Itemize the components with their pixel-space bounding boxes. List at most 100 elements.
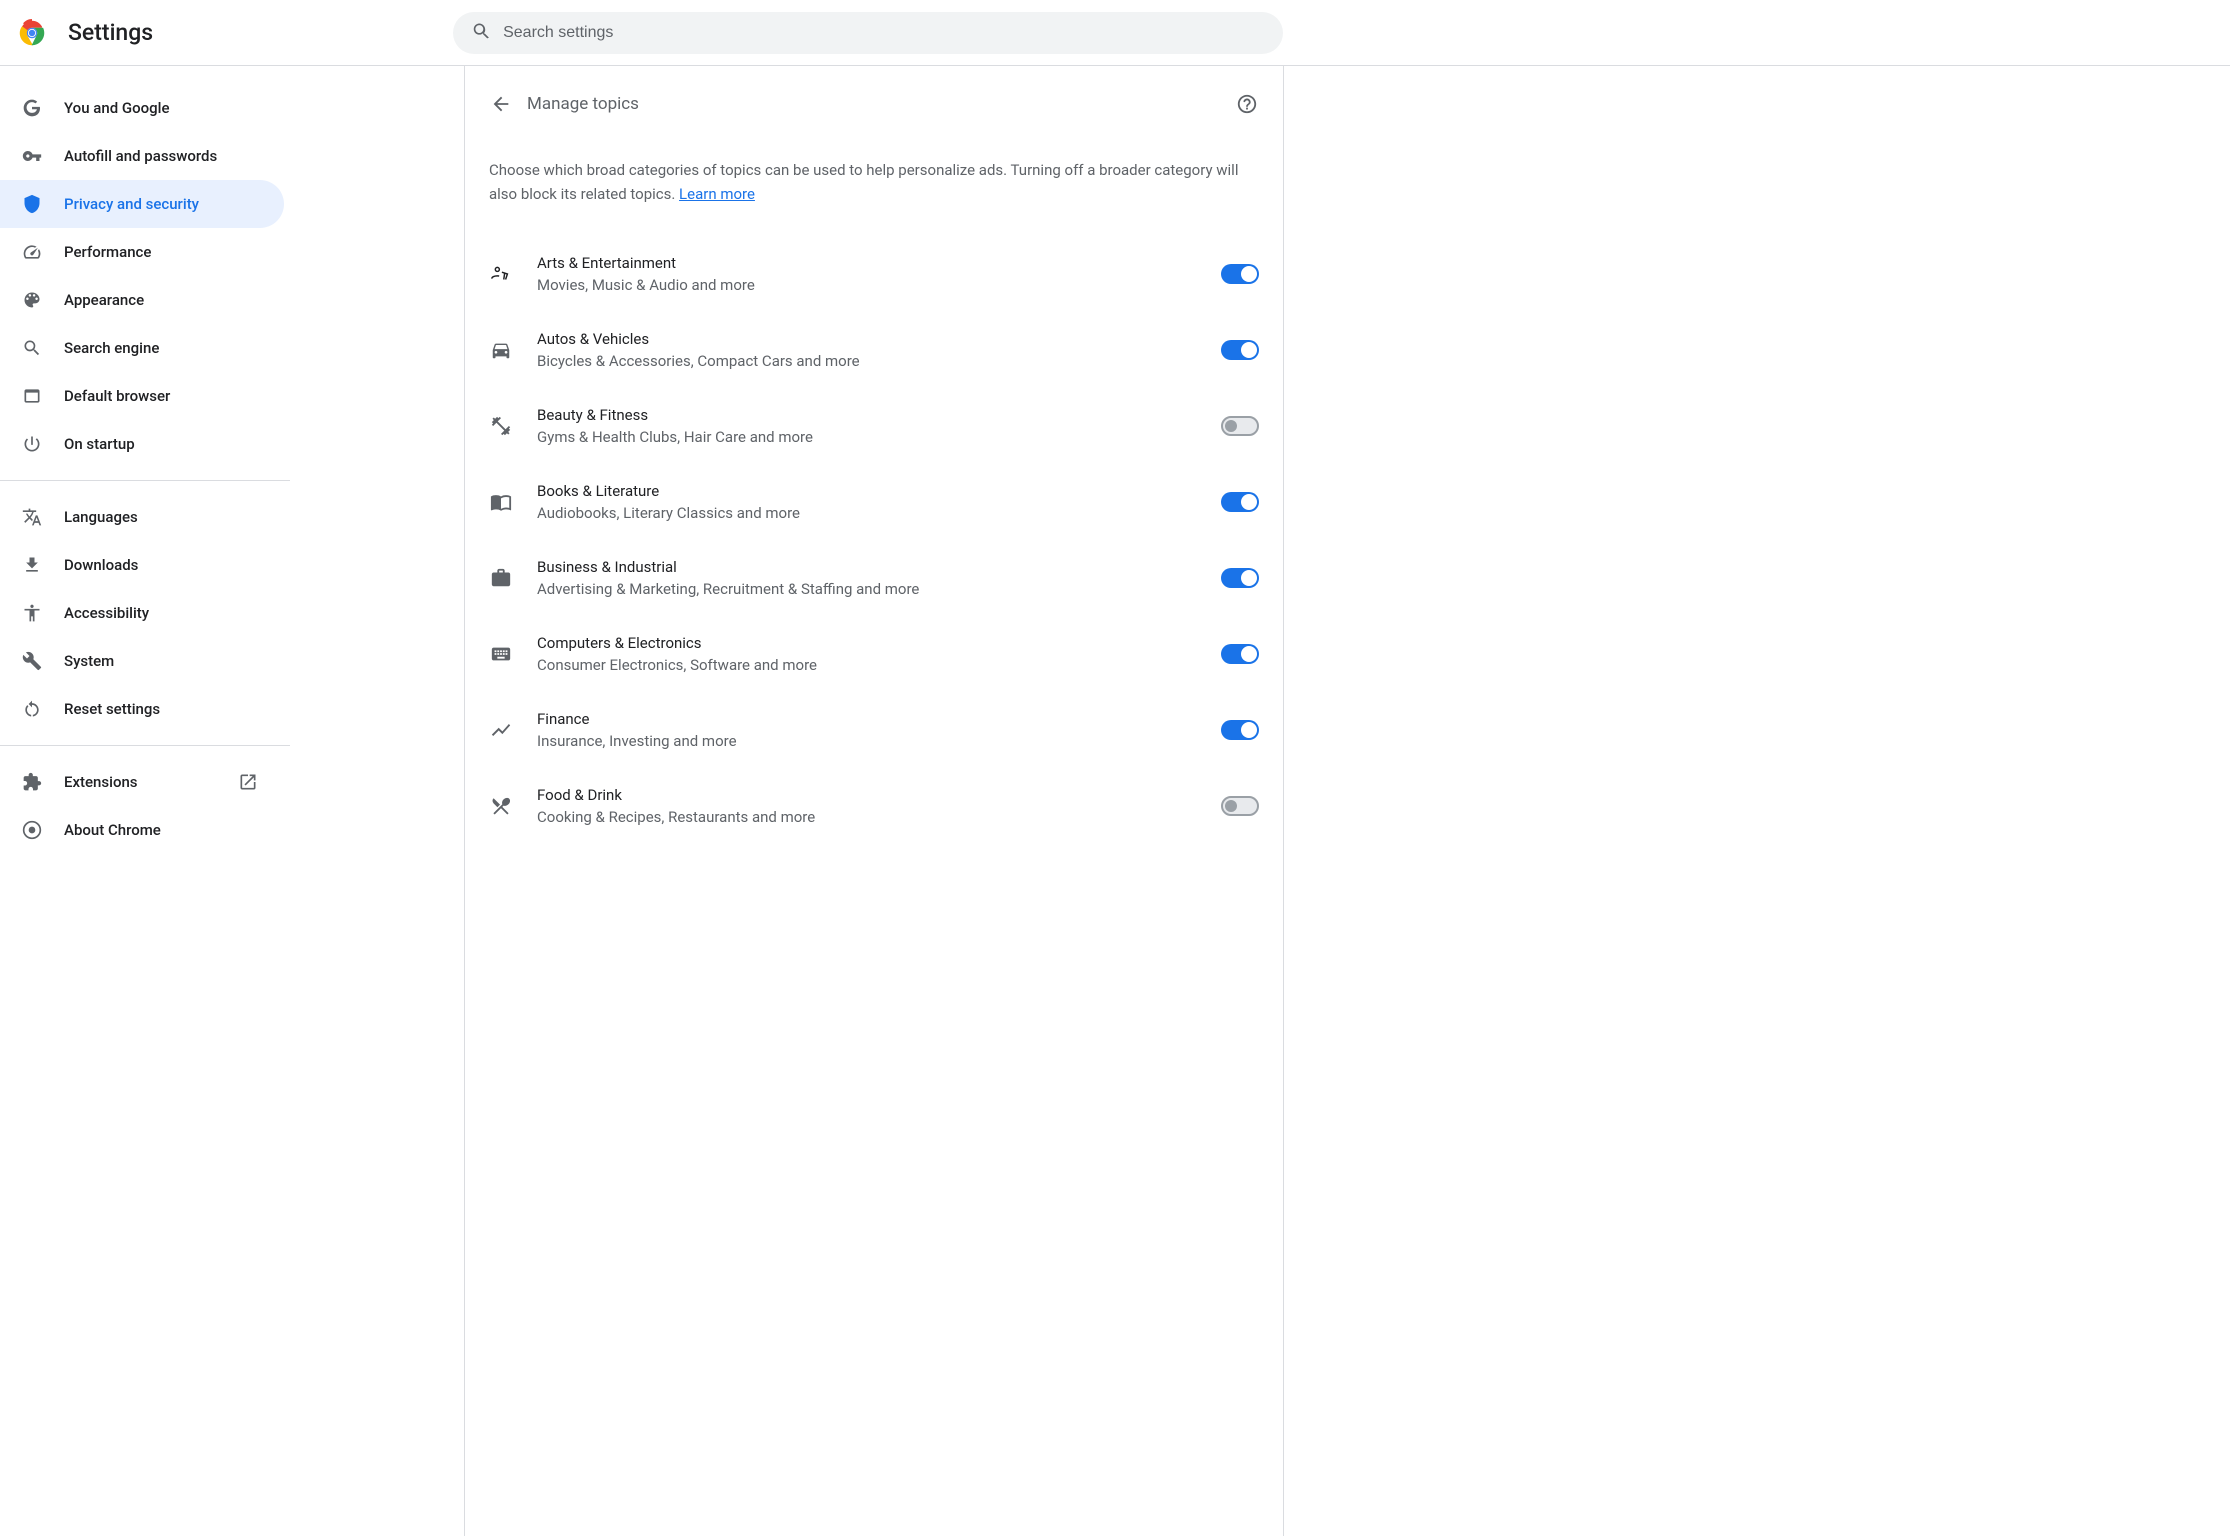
topic-toggle[interactable] — [1221, 720, 1259, 740]
sidebar-item-search-engine[interactable]: Search engine — [0, 324, 284, 372]
topic-toggle[interactable] — [1221, 340, 1259, 360]
business-icon — [489, 566, 513, 590]
sidebar-item-label: Appearance — [64, 291, 258, 309]
topic-toggle[interactable] — [1221, 568, 1259, 588]
sidebar-item-label: Accessibility — [64, 604, 258, 622]
topic-row: Arts & Entertainment Movies, Music & Aud… — [465, 236, 1283, 312]
sidebar-item-label: Privacy and security — [64, 195, 258, 213]
chrome-icon — [22, 820, 42, 840]
browser-icon — [22, 386, 42, 406]
sidebar-item-accessibility[interactable]: Accessibility — [0, 589, 284, 637]
topic-row: Computers & Electronics Consumer Electro… — [465, 616, 1283, 692]
topic-text: Business & Industrial Advertising & Mark… — [537, 558, 1197, 598]
topic-title: Beauty & Fitness — [537, 406, 1197, 424]
topic-subtitle: Cooking & Recipes, Restaurants and more — [537, 808, 1197, 826]
topic-text: Food & Drink Cooking & Recipes, Restaura… — [537, 786, 1197, 826]
topic-text: Books & Literature Audiobooks, Literary … — [537, 482, 1197, 522]
sidebar-item-default-browser[interactable]: Default browser — [0, 372, 284, 420]
learn-more-link[interactable]: Learn more — [679, 185, 755, 203]
topic-text: Autos & Vehicles Bicycles & Accessories,… — [537, 330, 1197, 370]
settings-panel: Manage topics Choose which broad categor… — [464, 66, 1284, 1536]
search-container[interactable] — [453, 12, 1283, 54]
sidebar: You and Google Autofill and passwords Priv… — [0, 66, 290, 1536]
topics-list: Arts & Entertainment Movies, Music & Aud… — [465, 236, 1283, 844]
back-button[interactable] — [483, 86, 519, 122]
nav-divider — [0, 745, 290, 746]
sidebar-item-label: Reset settings — [64, 700, 258, 718]
sidebar-item-label: Performance — [64, 243, 258, 261]
food-icon — [489, 794, 513, 818]
topic-row: Beauty & Fitness Gyms & Health Clubs, Ha… — [465, 388, 1283, 464]
page-description: Choose which broad categories of topics … — [465, 140, 1283, 236]
extension-icon — [22, 772, 42, 792]
sidebar-item-performance[interactable]: Performance — [0, 228, 284, 276]
header-title: Settings — [68, 19, 153, 46]
sidebar-item-reset[interactable]: Reset settings — [0, 685, 284, 733]
topic-title: Finance — [537, 710, 1197, 728]
nav-divider — [0, 480, 290, 481]
main-content: Manage topics Choose which broad categor… — [290, 66, 2230, 1536]
sidebar-item-startup[interactable]: On startup — [0, 420, 284, 468]
sidebar-item-extensions[interactable]: Extensions — [0, 758, 284, 806]
key-icon — [22, 146, 42, 166]
topic-toggle[interactable] — [1221, 264, 1259, 284]
app-header: Settings — [0, 0, 2230, 66]
topic-toggle[interactable] — [1221, 416, 1259, 436]
help-button[interactable] — [1229, 86, 1265, 122]
reset-icon — [22, 699, 42, 719]
topic-subtitle: Audiobooks, Literary Classics and more — [537, 504, 1197, 522]
open-external-icon — [238, 772, 258, 792]
sidebar-item-label: Languages — [64, 508, 258, 526]
search-input[interactable] — [503, 24, 1265, 42]
topic-row: Autos & Vehicles Bicycles & Accessories,… — [465, 312, 1283, 388]
sidebar-item-label: System — [64, 652, 258, 670]
arts-icon — [489, 262, 513, 286]
sidebar-item-label: Autofill and passwords — [64, 147, 258, 165]
topic-toggle[interactable] — [1221, 644, 1259, 664]
sidebar-item-label: You and Google — [64, 99, 258, 117]
sidebar-item-label: Extensions — [64, 773, 216, 791]
topic-subtitle: Consumer Electronics, Software and more — [537, 656, 1197, 674]
sidebar-item-label: On startup — [64, 435, 258, 453]
finance-icon — [489, 718, 513, 742]
download-icon — [22, 555, 42, 575]
topic-subtitle: Bicycles & Accessories, Compact Cars and… — [537, 352, 1197, 370]
topic-title: Books & Literature — [537, 482, 1197, 500]
sidebar-item-label: Downloads — [64, 556, 258, 574]
shield-icon — [22, 194, 42, 214]
topic-title: Computers & Electronics — [537, 634, 1197, 652]
sidebar-item-downloads[interactable]: Downloads — [0, 541, 284, 589]
search-icon — [471, 21, 491, 45]
fitness-icon — [489, 414, 513, 438]
sidebar-item-about[interactable]: About Chrome — [0, 806, 284, 854]
search-icon — [22, 338, 42, 358]
sidebar-item-system[interactable]: System — [0, 637, 284, 685]
topic-subtitle: Advertising & Marketing, Recruitment & S… — [537, 580, 1197, 598]
speed-icon — [22, 242, 42, 262]
sidebar-item-you-google[interactable]: You and Google — [0, 84, 284, 132]
topic-subtitle: Movies, Music & Audio and more — [537, 276, 1197, 294]
google-icon — [22, 98, 42, 118]
translate-icon — [22, 507, 42, 527]
topic-title: Business & Industrial — [537, 558, 1197, 576]
sidebar-item-label: Search engine — [64, 339, 258, 357]
sidebar-item-privacy[interactable]: Privacy and security — [0, 180, 284, 228]
sidebar-item-label: About Chrome — [64, 821, 258, 839]
topic-subtitle: Insurance, Investing and more — [537, 732, 1197, 750]
build-icon — [22, 651, 42, 671]
chrome-logo-icon — [18, 19, 46, 47]
topic-toggle[interactable] — [1221, 796, 1259, 816]
topic-text: Computers & Electronics Consumer Electro… — [537, 634, 1197, 674]
car-icon — [489, 338, 513, 362]
power-icon — [22, 434, 42, 454]
topic-title: Food & Drink — [537, 786, 1197, 804]
page-title: Manage topics — [527, 94, 1229, 114]
accessibility-icon — [22, 603, 42, 623]
sidebar-item-appearance[interactable]: Appearance — [0, 276, 284, 324]
sidebar-item-autofill[interactable]: Autofill and passwords — [0, 132, 284, 180]
palette-icon — [22, 290, 42, 310]
topic-toggle[interactable] — [1221, 492, 1259, 512]
topic-text: Beauty & Fitness Gyms & Health Clubs, Ha… — [537, 406, 1197, 446]
sidebar-item-languages[interactable]: Languages — [0, 493, 284, 541]
topic-subtitle: Gyms & Health Clubs, Hair Care and more — [537, 428, 1197, 446]
